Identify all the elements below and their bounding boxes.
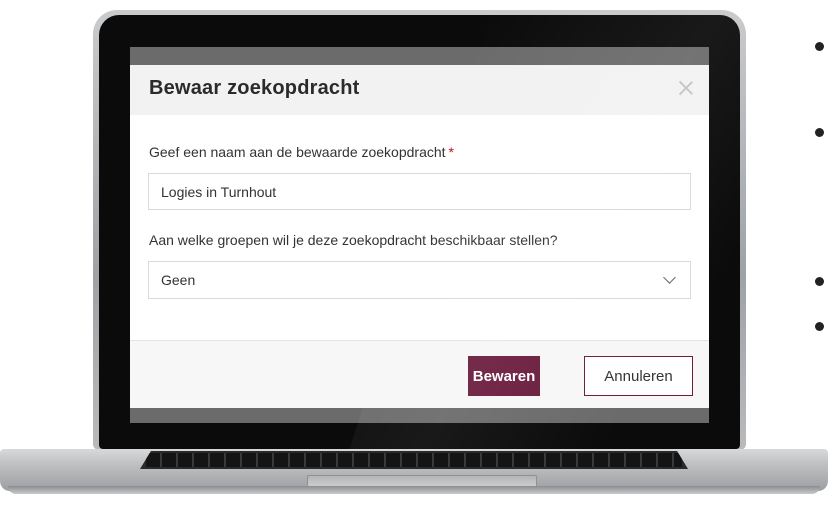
- laptop-screen: Bewaar zoekopdracht Geef een naam aan de…: [130, 47, 709, 423]
- bullet-marker: [815, 322, 824, 331]
- dialog-footer: Bewaren Annuleren: [130, 340, 709, 408]
- dialog-title: Bewaar zoekopdracht: [149, 77, 360, 99]
- laptop-keyboard: [140, 451, 688, 469]
- chevron-down-icon: [663, 271, 676, 284]
- bullet-marker: [815, 42, 824, 51]
- bullet-marker: [815, 128, 824, 137]
- required-marker: *: [448, 144, 454, 160]
- groups-select-value: Geen: [161, 272, 196, 288]
- save-button[interactable]: Bewaren: [468, 356, 540, 396]
- groups-field-label: Aan welke groepen wil je deze zoekopdrac…: [149, 232, 558, 248]
- name-label-text: Geef een naam aan de bewaarde zoekopdrac…: [149, 144, 446, 160]
- bullet-marker: [815, 277, 824, 286]
- cancel-button[interactable]: Annuleren: [584, 356, 693, 396]
- name-field-label: Geef een naam aan de bewaarde zoekopdrac…: [149, 144, 454, 160]
- laptop-base-edge: [8, 486, 820, 494]
- dialog-header: Bewaar zoekopdracht: [130, 65, 709, 115]
- search-name-input[interactable]: [148, 173, 691, 210]
- groups-select[interactable]: Geen: [148, 261, 691, 299]
- save-search-dialog: Bewaar zoekopdracht Geef een naam aan de…: [130, 65, 709, 408]
- close-icon[interactable]: [677, 79, 695, 97]
